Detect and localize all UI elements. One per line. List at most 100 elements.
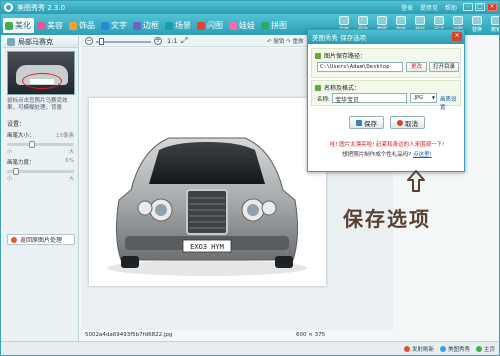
car-image: EXO3 HYM: [107, 137, 307, 276]
save-button[interactable]: 保存: [349, 116, 384, 129]
folder-icon: [315, 52, 321, 59]
brush-size-label: 画笔大小：: [7, 133, 35, 139]
app-logo-icon: [4, 3, 13, 12]
annotation-arrow-icon: [407, 170, 425, 192]
format-dropdown[interactable]: .JPG: [410, 93, 437, 103]
tab-icon: [229, 21, 237, 30]
name-label: 名称:: [317, 97, 330, 103]
tool-button-7[interactable]: 替换: [469, 16, 485, 33]
tab-5[interactable]: 场景: [163, 18, 194, 33]
fit-window-icon[interactable]: ⤢: [181, 36, 187, 46]
help-link[interactable]: 帮助: [445, 5, 457, 12]
quality-settings-link[interactable]: 画质设置: [440, 95, 460, 111]
tool-icon: [472, 16, 482, 25]
zoom-in-icon[interactable]: +: [154, 37, 162, 45]
settings-label: 设置：: [7, 121, 26, 128]
bottom-item-2[interactable]: 美图秀秀: [439, 345, 470, 353]
zoom-slider[interactable]: [96, 41, 151, 43]
left-panel: 局部马赛克 鼠标点击您照片马赛克效果，可模糊处理，背景 设置： 画笔大小： 15…: [3, 36, 79, 353]
feedback-link[interactable]: 提意见: [420, 5, 438, 12]
undo-redo-buttons[interactable]: ↶ 撤销 ↷ 重做: [267, 37, 303, 45]
actual-size-button[interactable]: 1:1: [167, 37, 177, 45]
cancel-button-label: 取消: [405, 119, 418, 128]
tool-button-8[interactable]: 撤销: [488, 16, 500, 33]
save-path-section: 图片保存路径： C:\Users\Adam\Desktop 更改 打开目录: [311, 48, 461, 78]
save-button-label: 保存: [364, 119, 377, 128]
tab-icon: [37, 21, 45, 30]
tab-label: 美容: [47, 21, 63, 30]
tab-label: 文字: [111, 21, 127, 30]
login-link[interactable]: 登录: [401, 5, 413, 12]
maximize-icon[interactable]: □: [475, 3, 485, 11]
dialog-actions: 保存 取消: [308, 116, 466, 129]
return-original-label: 返回原图片处理: [20, 237, 63, 244]
tab-icon: [165, 21, 173, 30]
brush-size-max: 大: [68, 149, 74, 155]
tab-8[interactable]: 拼图: [259, 18, 290, 33]
bottom-bar: 发射刷新 美图秀秀 主页: [1, 341, 499, 355]
gift-promo-text: 想把照片制作成个性礼品吗?: [342, 152, 412, 158]
cancel-button[interactable]: 取消: [390, 116, 425, 129]
tool-icon: [415, 16, 425, 25]
tab-1[interactable]: 美容: [35, 18, 66, 33]
minimize-icon[interactable]: –: [463, 3, 473, 11]
tool-label: 替换: [471, 27, 482, 33]
image-size: 600 × 375: [296, 332, 326, 338]
tab-icon: [5, 21, 13, 30]
tab-7[interactable]: 娃娃: [227, 18, 258, 33]
dialog-title: 美图秀秀 保存选项: [308, 30, 464, 44]
dialog-close-icon[interactable]: ×: [452, 32, 462, 41]
brush-strength-max: 大: [68, 176, 74, 182]
tool-label: 撤销: [490, 27, 500, 33]
photo: EXO3 HYM: [89, 98, 326, 286]
tool-icon: [377, 16, 387, 25]
brush-strength-min: 小: [7, 176, 13, 182]
cancel-icon: [397, 119, 403, 126]
gift-promo-link[interactable]: 点这里!: [413, 152, 432, 158]
zoom-out-icon[interactable]: −: [85, 37, 93, 45]
tab-4[interactable]: 边框: [131, 18, 162, 33]
brush-size-slider[interactable]: [7, 141, 74, 148]
tool-icon: [358, 16, 368, 25]
bottom-item-1[interactable]: 发射刷新: [403, 345, 434, 353]
brush-settings: 设置： 画笔大小： 15像素 小 大 画笔力度： 6% 小 大: [7, 119, 74, 182]
window-controls: – □ ×: [463, 3, 497, 11]
tool-icon: [434, 16, 444, 25]
tool-icon: [453, 16, 463, 25]
return-original-button[interactable]: 返回原图片处理: [7, 234, 75, 245]
save-path-input[interactable]: C:\Users\Adam\Desktop: [317, 62, 403, 72]
brush-strength-label: 画笔力度：: [7, 160, 35, 166]
tab-2[interactable]: 饰品: [67, 18, 98, 33]
tool-icon: [396, 16, 406, 25]
view-bar: − + 1:1 ⤢ ↶ 撤销 ↷ 重做: [81, 36, 307, 47]
close-window-icon[interactable]: ×: [487, 3, 497, 11]
effect-preview-thumbnail: [7, 51, 75, 95]
tab-0[interactable]: 美化: [3, 18, 34, 33]
bottom-item-3[interactable]: 主页: [475, 345, 495, 353]
name-format-section: 名称及格式： 名称: 宝华宝贝 .JPG 画质设置: [311, 80, 461, 111]
save-icon: [356, 119, 362, 126]
open-folder-button[interactable]: 打开目录: [429, 62, 459, 72]
save-path-label: 图片保存路径：: [324, 53, 367, 60]
return-icon: [11, 236, 17, 243]
save-options-dialog: 美图秀秀 保存选项 × 图片保存路径： C:\Users\Adam\Deskto…: [307, 29, 465, 172]
change-path-button[interactable]: 更改: [406, 62, 427, 72]
zoom-slider-knob[interactable]: [99, 38, 104, 45]
file-name-input[interactable]: 宝华宝贝: [332, 93, 407, 104]
mosaic-icon: [7, 37, 15, 46]
tab-6[interactable]: 闪图: [195, 18, 226, 33]
status-bar: 5002a4da69493f5b7fd6822.jpg 600 × 375: [81, 330, 393, 340]
tab-3[interactable]: 文字: [99, 18, 130, 33]
brush-strength-value: 6%: [65, 158, 74, 164]
tab-label: 美化: [15, 21, 31, 30]
brush-size-min: 小: [7, 149, 13, 155]
tool-icon: [339, 16, 349, 25]
brush-size-value: 15像素: [56, 133, 74, 139]
top-links: 登录 提意见 帮助: [401, 3, 462, 12]
tool-icon: [491, 16, 499, 25]
effect-hint: 鼠标点击您照片马赛克效果，可模糊处理，背景: [7, 98, 68, 111]
brush-strength-slider[interactable]: [7, 168, 74, 175]
tab-icon: [133, 21, 141, 30]
tab-label: 场景: [175, 21, 191, 30]
tab-label: 拼图: [271, 21, 287, 30]
